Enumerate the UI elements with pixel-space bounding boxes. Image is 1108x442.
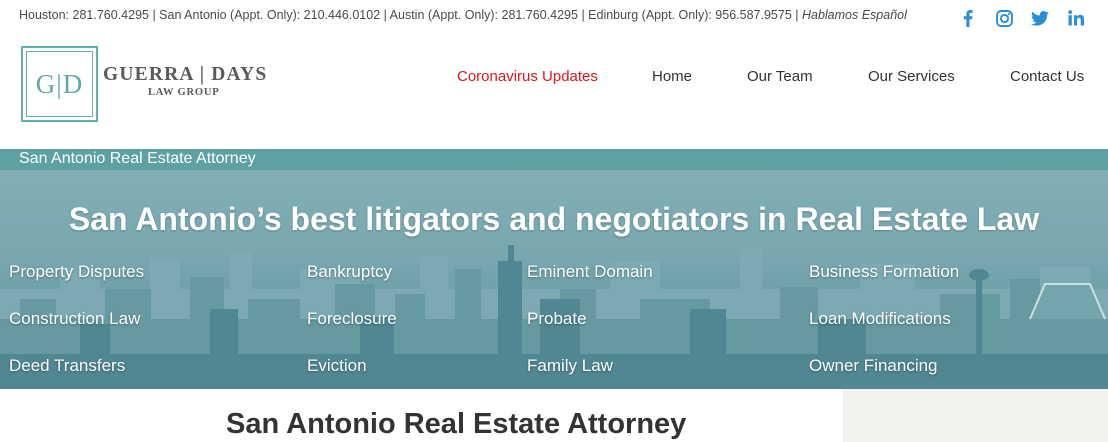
service-link-property-disputes[interactable]: Property Disputes bbox=[9, 262, 144, 282]
service-link-business-formation[interactable]: Business Formation bbox=[809, 262, 959, 282]
nav-item-coronavirus-updates[interactable]: Coronavirus Updates bbox=[457, 68, 598, 85]
twitter-icon bbox=[1031, 10, 1049, 26]
hero-strip-label: San Antonio Real Estate Attorney bbox=[19, 150, 256, 167]
hero-headline: San Antonio’s best litigators and negoti… bbox=[68, 201, 1040, 237]
facebook-link[interactable] bbox=[958, 7, 978, 29]
service-link-deed-transfers[interactable]: Deed Transfers bbox=[9, 356, 125, 376]
facebook-icon bbox=[963, 9, 973, 27]
twitter-link[interactable] bbox=[1029, 7, 1051, 29]
service-link-construction-law[interactable]: Construction Law bbox=[9, 309, 140, 329]
top-bar: Houston: 281.760.4295 | San Antonio (App… bbox=[0, 0, 1108, 36]
instagram-icon bbox=[995, 9, 1013, 27]
nav-item-our-team[interactable]: Our Team bbox=[747, 68, 813, 85]
hero-banner: San Antonio Real Estate Attorney San Ant… bbox=[0, 149, 1108, 389]
site-header: G|D GUERRA | DAYS LAW GROUP Coronavirus … bbox=[0, 36, 1108, 149]
contact-phone-line: Houston: 281.760.4295 | San Antonio (App… bbox=[19, 8, 907, 22]
logo-subtitle: LAW GROUP bbox=[148, 87, 220, 98]
service-link-loan-modifications[interactable]: Loan Modifications bbox=[809, 309, 951, 329]
nav-item-contact-us[interactable]: Contact Us bbox=[1010, 68, 1084, 85]
hero-breadcrumb-strip: San Antonio Real Estate Attorney bbox=[0, 149, 1108, 170]
instagram-link[interactable] bbox=[993, 7, 1015, 29]
service-link-foreclosure[interactable]: Foreclosure bbox=[307, 309, 397, 329]
service-link-eminent-domain[interactable]: Eminent Domain bbox=[527, 262, 653, 282]
page-title: San Antonio Real Estate Attorney bbox=[226, 408, 687, 440]
linkedin-link[interactable] bbox=[1065, 7, 1087, 29]
logo-initials: G|D bbox=[35, 68, 84, 99]
spanish-tagline: Hablamos Español bbox=[801, 8, 907, 22]
service-link-probate[interactable]: Probate bbox=[527, 309, 587, 329]
service-link-eviction[interactable]: Eviction bbox=[307, 356, 367, 376]
service-link-bankruptcy[interactable]: Bankruptcy bbox=[307, 262, 392, 282]
nav-item-home[interactable]: Home bbox=[652, 68, 692, 85]
service-link-owner-financing[interactable]: Owner Financing bbox=[809, 356, 938, 376]
office-phone-numbers: Houston: 281.760.4295 | San Antonio (App… bbox=[19, 8, 802, 22]
sidebar-panel bbox=[843, 389, 1108, 442]
logo-mark: G|D bbox=[21, 46, 98, 122]
linkedin-icon bbox=[1068, 10, 1084, 26]
logo-name: GUERRA | DAYS bbox=[103, 64, 268, 85]
nav-item-our-services[interactable]: Our Services bbox=[868, 68, 955, 85]
service-link-family-law[interactable]: Family Law bbox=[527, 356, 613, 376]
